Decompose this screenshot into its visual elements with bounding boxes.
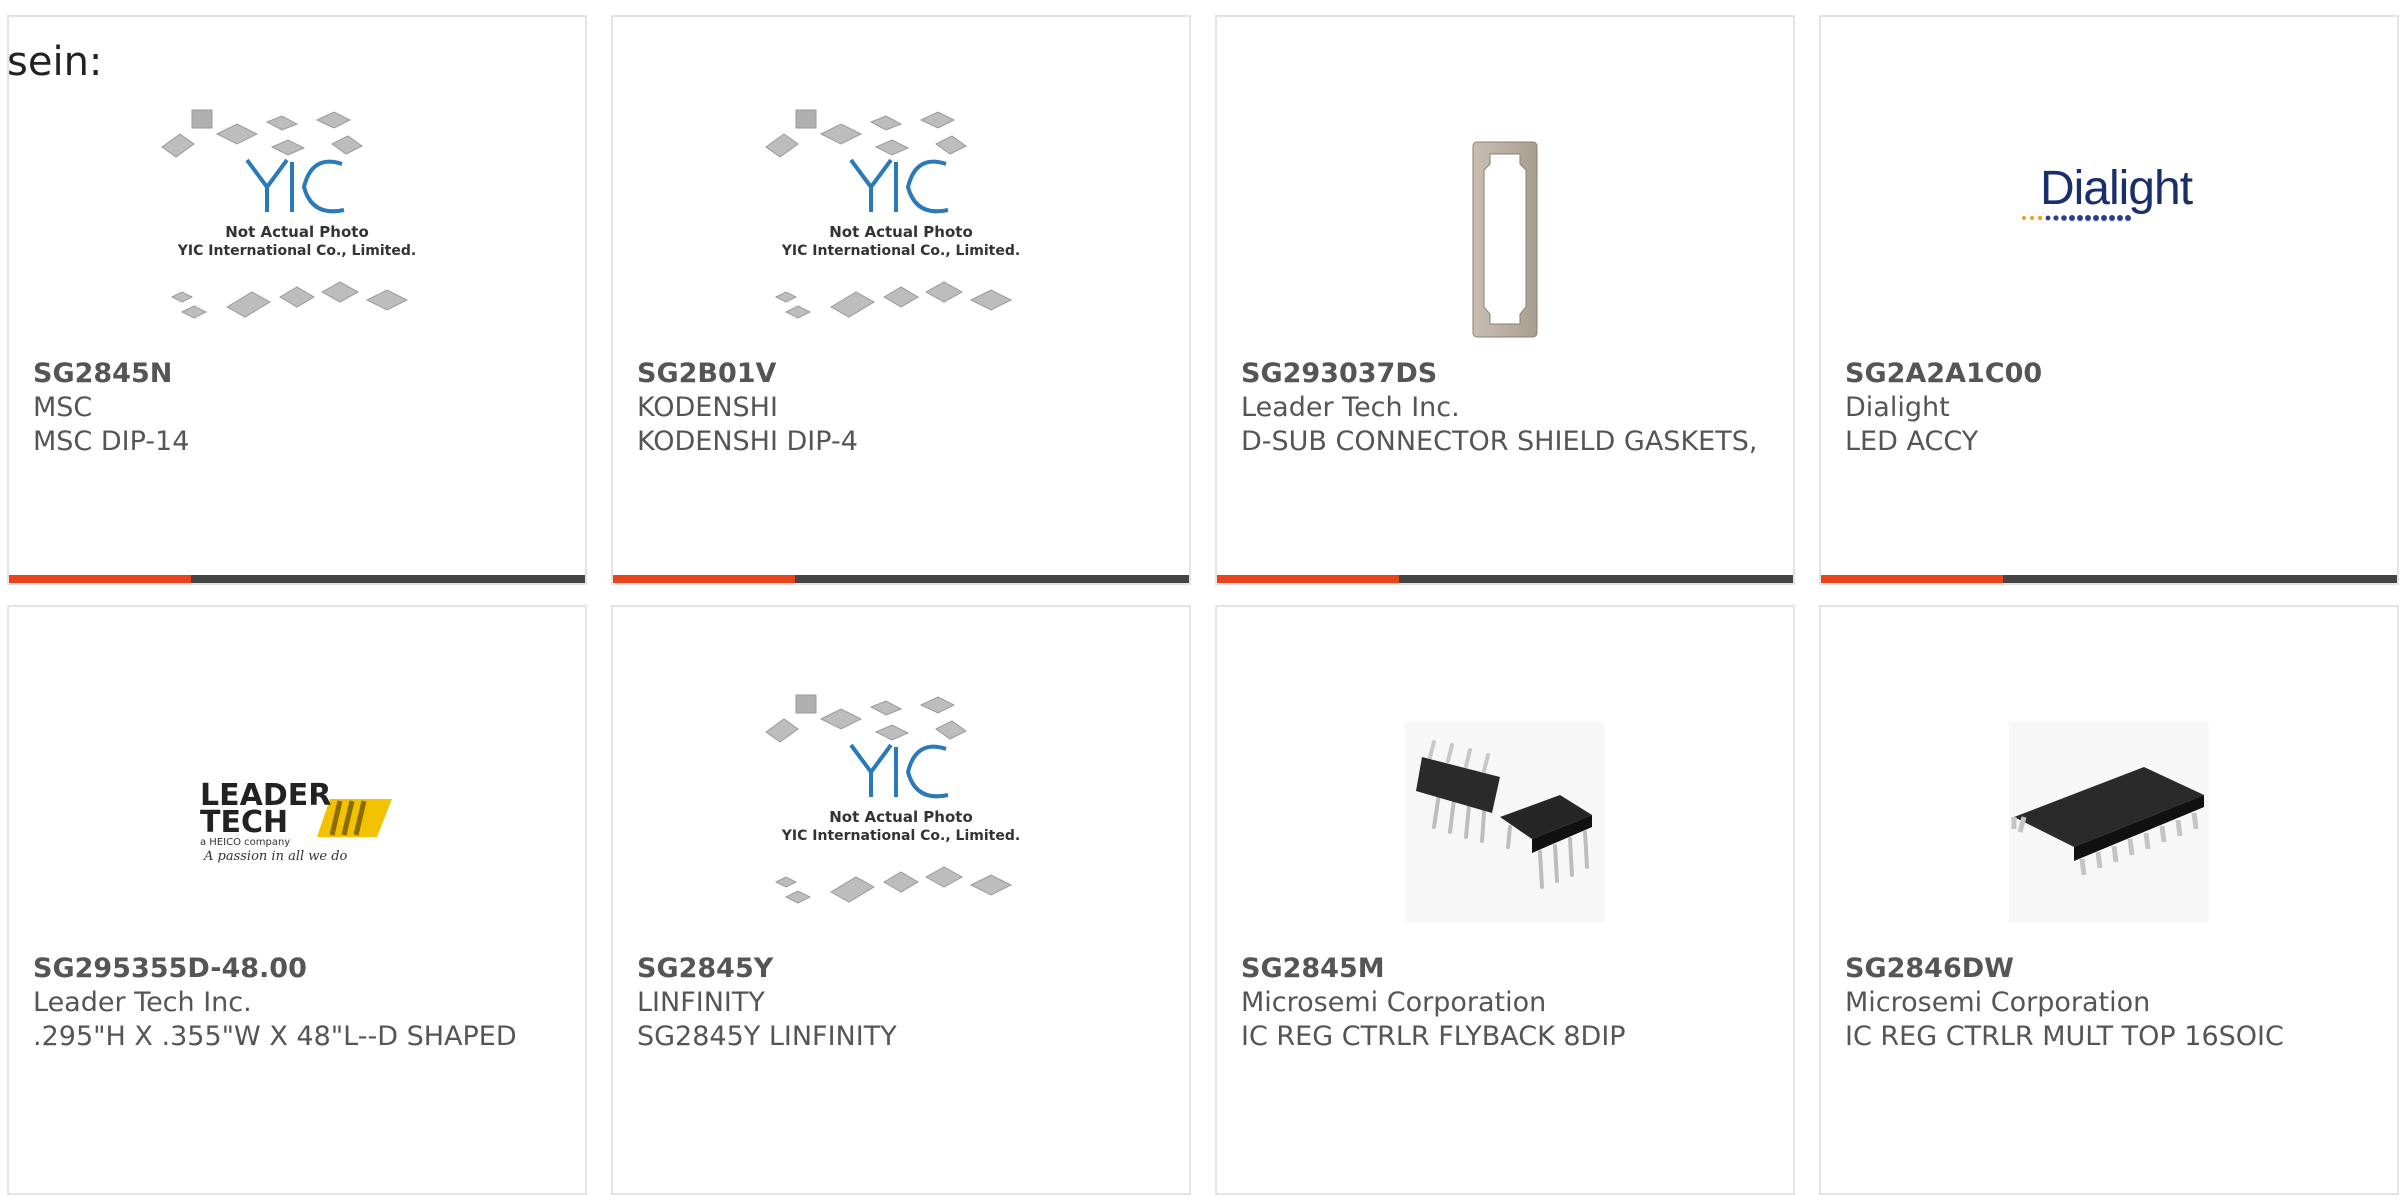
part-number-link[interactable]: SG2845Y <box>637 952 1165 986</box>
part-number-link[interactable]: SG2B01V <box>637 357 1165 391</box>
description-label: IC REG CTRLR MULT TOP 16SOIC <box>1845 1021 2284 1052</box>
card-footer-bar <box>1821 575 2397 583</box>
leadertech-logo-image: LEADER TECH a HEICO company A passion in… <box>200 778 392 864</box>
product-image[interactable]: Not Actual Photo YIC International Co., … <box>756 687 1046 957</box>
manufacturer-label: MSC <box>33 392 93 423</box>
leadertech-logo-slogan: A passion in all we do <box>203 849 348 864</box>
part-number-link[interactable]: SG2845N <box>33 357 561 391</box>
product-card[interactable]: Not Actual Photo YIC International Co., … <box>7 15 587 585</box>
placeholder-caption-1: Not Actual Photo <box>829 223 973 241</box>
part-number-link[interactable]: SG2A2A1C00 <box>1845 357 2373 391</box>
placeholder-caption-1: Not Actual Photo <box>225 223 369 241</box>
product-card[interactable]: Dialight SG2A2A1C00 Dialight LED ACCY <box>1819 15 2399 585</box>
intro-text: sein: <box>7 39 103 85</box>
product-image[interactable] <box>1360 687 1650 957</box>
leadertech-logo-tag: a HEICO company <box>200 837 290 848</box>
placeholder-caption-2: YIC International Co., Limited. <box>177 243 416 259</box>
description-label: LED ACCY <box>1845 426 1979 457</box>
product-image[interactable] <box>1360 92 1650 362</box>
dialight-logo-image: Dialight <box>2022 162 2194 221</box>
manufacturer-label: Microsemi Corporation <box>1241 987 1547 1018</box>
manufacturer-label: KODENSHI <box>637 392 778 423</box>
leadertech-logo-line-2: TECH <box>200 805 288 840</box>
manufacturer-label: Leader Tech Inc. <box>1241 392 1460 423</box>
product-card[interactable]: SG293037DS Leader Tech Inc. D-SUB CONNEC… <box>1215 15 1795 585</box>
product-image[interactable]: Not Actual Photo YIC International Co., … <box>152 92 442 362</box>
product-card[interactable]: Not Actual Photo YIC International Co., … <box>611 15 1191 585</box>
gasket-photo-image <box>1472 141 1538 338</box>
dip8-photo-image <box>1405 722 1605 922</box>
description-label: KODENSHI DIP-4 <box>637 426 858 457</box>
product-image[interactable]: Not Actual Photo YIC International Co., … <box>756 92 1046 362</box>
card-footer-bar <box>1217 575 1793 583</box>
part-number-link[interactable]: SG295355D-48.00 <box>33 952 561 986</box>
yic-placeholder-image: Not Actual Photo YIC International Co., … <box>161 109 416 319</box>
description-label: SG2845Y LINFINITY <box>637 1021 897 1052</box>
product-card[interactable]: SG2845M Microsemi Corporation IC REG CTR… <box>1215 605 1795 1195</box>
part-number-link[interactable]: SG2846DW <box>1845 952 2373 986</box>
description-label: .295"H X .355"W X 48"L--D SHAPED <box>33 1021 517 1052</box>
manufacturer-label: Microsemi Corporation <box>1845 987 2151 1018</box>
product-image[interactable]: LEADER TECH a HEICO company A passion in… <box>152 687 442 957</box>
manufacturer-label: LINFINITY <box>637 987 765 1018</box>
part-number-link[interactable]: SG293037DS <box>1241 357 1769 391</box>
placeholder-caption-1: Not Actual Photo <box>829 808 973 826</box>
manufacturer-label: Leader Tech Inc. <box>33 987 252 1018</box>
card-footer-bar <box>613 575 1189 583</box>
manufacturer-label: Dialight <box>1845 392 1950 423</box>
placeholder-caption-2: YIC International Co., Limited. <box>781 243 1020 259</box>
product-card[interactable]: Not Actual Photo YIC International Co., … <box>611 605 1191 1195</box>
product-card[interactable]: LEADER TECH a HEICO company A passion in… <box>7 605 587 1195</box>
yic-placeholder-image: Not Actual Photo YIC International Co., … <box>765 109 1020 319</box>
description-label: MSC DIP-14 <box>33 426 190 457</box>
part-number-link[interactable]: SG2845M <box>1241 952 1769 986</box>
product-image[interactable]: Dialight <box>1964 92 2254 362</box>
description-label: IC REG CTRLR FLYBACK 8DIP <box>1241 1021 1626 1052</box>
product-grid: Not Actual Photo YIC International Co., … <box>7 15 2399 1195</box>
dialight-logo-text: Dialight <box>2040 162 2193 215</box>
product-image[interactable] <box>1964 687 2254 957</box>
product-card[interactable]: SG2846DW Microsemi Corporation IC REG CT… <box>1819 605 2399 1195</box>
soic16-photo-image <box>2009 722 2209 922</box>
yic-placeholder-image: Not Actual Photo YIC International Co., … <box>765 694 1020 904</box>
placeholder-caption-2: YIC International Co., Limited. <box>781 828 1020 844</box>
description-label: D-SUB CONNECTOR SHIELD GASKETS, <box>1241 426 1758 457</box>
card-footer-bar <box>9 575 585 583</box>
